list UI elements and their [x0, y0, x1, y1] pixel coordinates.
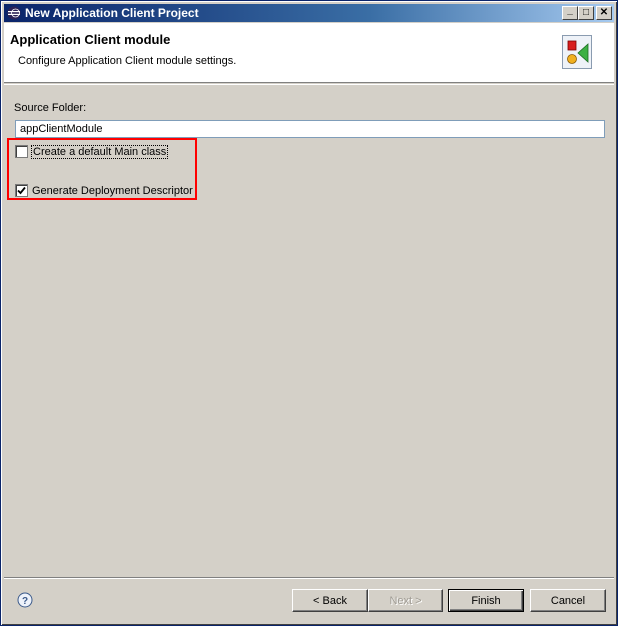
generate-deployment-descriptor-label[interactable]: Generate Deployment Descriptor	[32, 185, 193, 197]
generate-deployment-descriptor-checkbox[interactable]	[15, 184, 28, 197]
create-main-class-option[interactable]: Create a default Main class	[15, 144, 169, 159]
title-bar[interactable]: New Application Client Project _ □ ✕	[4, 4, 614, 22]
checkmark-icon	[17, 186, 26, 195]
page-title: Application Client module	[10, 32, 171, 47]
page-description: Configure Application Client module sett…	[18, 55, 237, 67]
svg-text:?: ?	[22, 596, 28, 607]
wizard-window: New Application Client Project _ □ ✕ App…	[0, 0, 618, 626]
close-icon: ✕	[599, 7, 609, 18]
button-bar-separator	[4, 577, 614, 579]
window-controls: _ □ ✕	[562, 6, 612, 20]
app-client-wizard-icon	[562, 35, 592, 69]
create-main-class-label[interactable]: Create a default Main class	[30, 144, 169, 159]
next-button[interactable]: Next >	[368, 589, 443, 612]
minimize-button[interactable]: _	[562, 6, 578, 20]
maximize-button[interactable]: □	[578, 6, 594, 20]
help-icon: ?	[17, 592, 33, 608]
source-folder-label: Source Folder:	[14, 102, 87, 114]
window-title: New Application Client Project	[25, 6, 199, 20]
banner-separator	[4, 84, 614, 85]
generate-deployment-descriptor-option[interactable]: Generate Deployment Descriptor	[15, 184, 193, 197]
finish-button[interactable]: Finish	[448, 589, 524, 612]
wizard-banner: Application Client module Configure Appl…	[4, 23, 614, 83]
maximize-icon: □	[582, 7, 590, 18]
create-main-class-checkbox[interactable]	[15, 145, 28, 158]
eclipse-icon	[6, 5, 22, 21]
close-button[interactable]: ✕	[596, 6, 612, 20]
source-folder-input[interactable]	[15, 120, 605, 138]
help-button[interactable]: ?	[17, 592, 33, 608]
back-button[interactable]: < Back	[292, 589, 368, 612]
minimize-icon: _	[567, 5, 573, 16]
cancel-button[interactable]: Cancel	[530, 589, 606, 612]
